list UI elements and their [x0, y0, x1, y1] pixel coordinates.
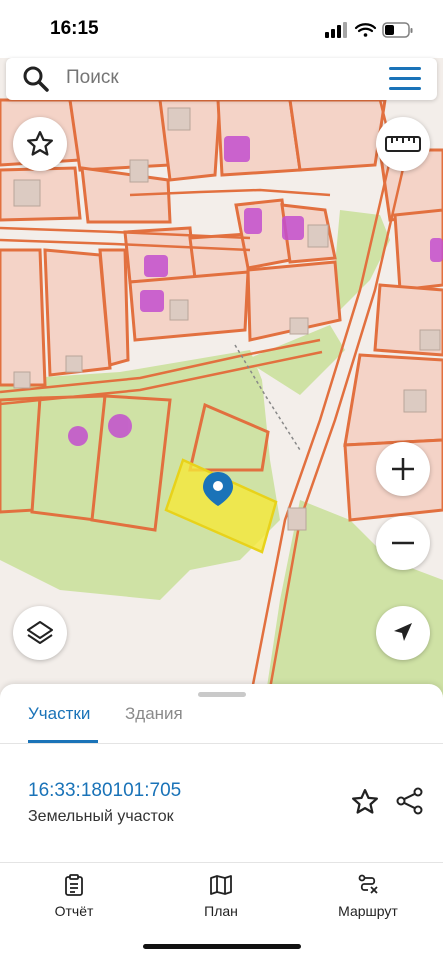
add-favorite-star-icon[interactable]: [350, 787, 380, 817]
tab-buildings[interactable]: Здания: [125, 704, 183, 724]
parcel-info-sheet: Участки Здания 16:33:180101:705 Земельны…: [0, 684, 443, 862]
plus-icon: [392, 458, 414, 480]
nav-report[interactable]: Отчёт: [24, 873, 124, 919]
status-time: 16:15: [50, 18, 99, 39]
status-icons: [325, 22, 413, 38]
tab-parcels[interactable]: Участки: [28, 704, 90, 724]
cadastral-map[interactable]: [0, 0, 443, 700]
signal-icon: [325, 22, 347, 38]
navigation-arrow-icon: [394, 623, 412, 641]
zoom-out-button[interactable]: [376, 516, 430, 570]
star-icon: [27, 131, 53, 156]
search-icon[interactable]: [22, 65, 50, 93]
my-location-button[interactable]: [376, 606, 430, 660]
home-indicator[interactable]: [143, 944, 301, 949]
ruler-icon: [385, 136, 421, 152]
layers-button[interactable]: [13, 606, 67, 660]
divider: [0, 743, 443, 744]
sheet-drag-handle[interactable]: [198, 692, 246, 697]
ruler-button[interactable]: [376, 117, 430, 171]
minus-icon: [392, 541, 414, 545]
wifi-icon: [354, 23, 377, 37]
favorites-button[interactable]: [13, 117, 67, 171]
share-icon[interactable]: [394, 785, 426, 817]
parcel-type-label: Земельный участок: [28, 808, 174, 825]
battery-icon: [382, 22, 413, 38]
layers-icon: [27, 621, 53, 644]
nav-route-label: Маршрут: [338, 903, 398, 919]
map-icon: [210, 875, 232, 895]
nav-plan[interactable]: План: [171, 873, 271, 919]
route-icon: [358, 874, 378, 894]
zoom-in-button[interactable]: [376, 442, 430, 496]
nav-report-label: Отчёт: [54, 903, 94, 919]
search-input[interactable]: [66, 67, 366, 89]
status-bar: 16:15: [0, 0, 443, 58]
hamburger-menu-icon[interactable]: [389, 67, 421, 91]
search-bar: [6, 58, 437, 100]
nav-plan-label: План: [204, 903, 238, 919]
nav-route[interactable]: Маршрут: [318, 873, 418, 919]
cadastral-number-link[interactable]: 16:33:180101:705: [28, 780, 181, 802]
report-icon: [65, 874, 83, 896]
